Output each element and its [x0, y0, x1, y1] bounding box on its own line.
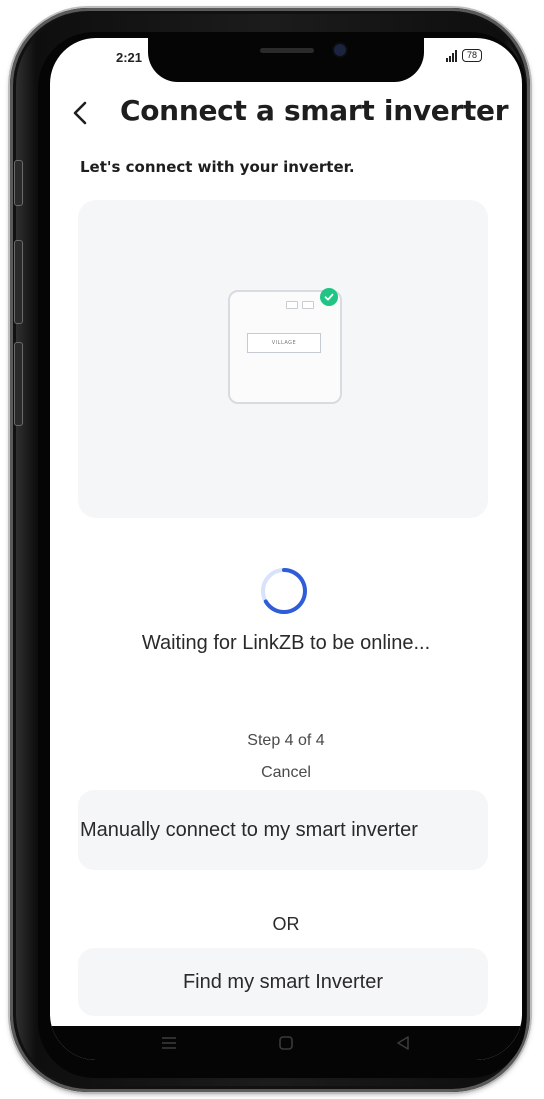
page-title: Connect a smart inverter [120, 94, 509, 127]
volume-up-button [14, 240, 23, 324]
back-triangle-icon[interactable] [390, 1030, 416, 1056]
volume-down-button [14, 342, 23, 426]
loading-spinner-icon [261, 568, 307, 614]
or-divider: OR [272, 914, 300, 934]
check-circle-icon [320, 288, 338, 306]
status-icons: 78 [445, 49, 482, 62]
side-button [14, 160, 23, 206]
step-indicator: Step 4 of 4 [247, 732, 325, 749]
back-button[interactable] [66, 96, 94, 130]
manual-connect-button[interactable]: Manually connect to my smart inverter [78, 790, 488, 870]
chevron-left-icon [73, 101, 87, 125]
status-time: 2:21 [116, 50, 143, 65]
waiting-message: Waiting for LinkZB to be online... [141, 632, 431, 654]
cancel-label[interactable]: Cancel [261, 764, 311, 781]
cancel-link[interactable]: Cancel [50, 764, 522, 782]
find-inverter-button[interactable]: Find my smart Inverter [78, 948, 488, 1016]
device-led [302, 301, 314, 309]
device-led [286, 301, 298, 309]
screen: 2:21 78 Connect a smart inverter Let's c… [50, 38, 522, 1060]
menu-icon[interactable] [156, 1030, 182, 1056]
camera [334, 44, 346, 56]
page-subtitle: Let's connect with your inverter. [80, 158, 355, 176]
notch [148, 38, 424, 82]
battery-icon: 78 [461, 49, 482, 62]
inverter-illustration-card: VILLAGE [78, 200, 488, 518]
signal-icon [445, 49, 457, 62]
inverter-device-illustration: VILLAGE [228, 288, 342, 404]
speaker [260, 48, 314, 53]
manual-connect-label: Manually connect to my smart inverter [80, 819, 418, 841]
device-brand-label: VILLAGE [247, 333, 321, 353]
system-nav-bar [50, 1026, 522, 1060]
find-inverter-label: Find my smart Inverter [182, 970, 384, 993]
home-icon[interactable] [273, 1030, 299, 1056]
